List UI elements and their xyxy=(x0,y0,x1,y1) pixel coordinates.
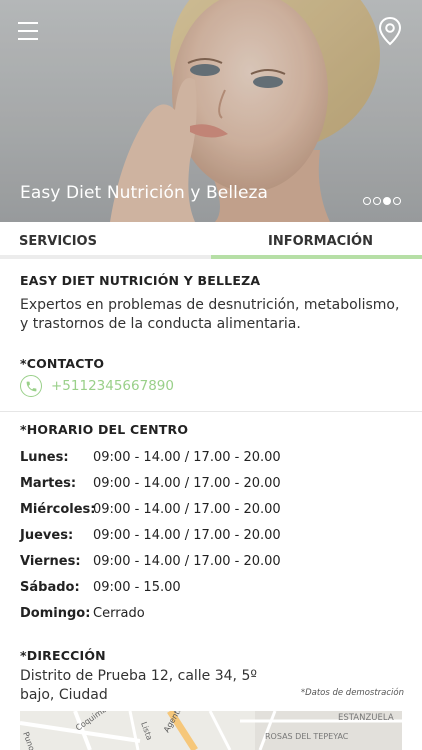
hours-row: Miércoles: 09:00 - 14.00 / 17.00 - 20.00 xyxy=(20,502,410,520)
tab-indicator xyxy=(0,255,211,259)
carousel-dots xyxy=(363,197,401,205)
contact-heading: *CONTACTO xyxy=(20,356,105,371)
address-text: Distrito de Prueba 12, calle 34, 5º bajo… xyxy=(20,668,257,703)
phone-icon[interactable] xyxy=(20,375,42,397)
carousel-dot[interactable] xyxy=(363,197,371,205)
day-label: Lunes: xyxy=(20,450,69,465)
hours-row: Viernes: 09:00 - 14.00 / 17.00 - 20.00 xyxy=(20,554,410,572)
divider xyxy=(0,411,422,412)
day-hours: 09:00 - 14.00 / 17.00 - 20.00 xyxy=(93,502,281,517)
day-label: Jueves: xyxy=(20,528,74,543)
day-hours: 09:00 - 14.00 / 17.00 - 20.00 xyxy=(93,554,281,569)
carousel-dot-active[interactable] xyxy=(383,197,391,205)
tab-bar: SERVICIOS INFORMACIÓN xyxy=(0,222,422,259)
day-label: Viernes: xyxy=(20,554,81,569)
day-hours: 09:00 - 15.00 xyxy=(93,580,181,595)
tab-indicator-active xyxy=(211,255,422,259)
day-hours: 09:00 - 14.00 / 17.00 - 20.00 xyxy=(93,450,281,465)
business-name: EASY DIET NUTRICIÓN Y BELLEZA xyxy=(20,273,261,288)
map-label: ESTANZUELA xyxy=(338,713,394,723)
carousel-dot[interactable] xyxy=(373,197,381,205)
hero-title: Easy Diet Nutrición y Belleza xyxy=(20,183,269,203)
phone-row[interactable]: +5112345667890 xyxy=(20,374,220,398)
hours-row: Sábado: 09:00 - 15.00 xyxy=(20,580,410,598)
hours-heading: *HORARIO DEL CENTRO xyxy=(20,422,189,437)
location-map[interactable]: Puno Coquimbo Lista Agentes Nu ESTANZUEL… xyxy=(20,711,402,750)
map-tiles: Puno Coquimbo Lista Agentes Nu ESTANZUEL… xyxy=(20,711,402,750)
day-label: Martes: xyxy=(20,476,77,491)
business-section: EASY DIET NUTRICIÓN Y BELLEZA Expertos e… xyxy=(20,273,410,334)
hero-banner[interactable]: Easy Diet Nutrición y Belleza xyxy=(0,0,422,222)
day-hours: Cerrado xyxy=(93,606,145,621)
hours-row: Jueves: 09:00 - 14.00 / 17.00 - 20.00 xyxy=(20,528,410,546)
location-pin-icon[interactable] xyxy=(376,16,404,46)
hours-row: Lunes: 09:00 - 14.00 / 17.00 - 20.00 xyxy=(20,450,410,468)
day-label: Domingo: xyxy=(20,606,91,621)
hours-section: *HORARIO DEL CENTRO Lunes: 09:00 - 14.00… xyxy=(20,422,410,621)
phone-number-link[interactable]: +5112345667890 xyxy=(51,378,174,394)
tab-label: INFORMACIÓN xyxy=(268,234,373,249)
day-label: Miércoles: xyxy=(20,502,96,517)
business-description: Expertos en problemas de desnutrición, m… xyxy=(20,297,400,332)
hours-row: Domingo: Cerrado xyxy=(20,606,410,624)
address-heading: *DIRECCIÓN xyxy=(20,648,106,663)
day-hours: 09:00 - 14.00 / 17.00 - 20.00 xyxy=(93,476,281,491)
demo-data-note: *Datos de demostración xyxy=(300,688,404,698)
hamburger-icon[interactable] xyxy=(18,22,38,40)
contact-section: *CONTACTO +5112345667890 xyxy=(20,356,174,397)
tab-label: SERVICIOS xyxy=(19,234,97,249)
carousel-dot[interactable] xyxy=(393,197,401,205)
day-hours: 09:00 - 14.00 / 17.00 - 20.00 xyxy=(93,528,281,543)
day-label: Sábado: xyxy=(20,580,80,595)
hours-row: Martes: 09:00 - 14.00 / 17.00 - 20.00 xyxy=(20,476,410,494)
tab-informacion[interactable]: INFORMACIÓN xyxy=(211,222,422,259)
tab-servicios[interactable]: SERVICIOS xyxy=(0,222,211,259)
map-label: ROSAS DEL TEPEYAC xyxy=(265,732,349,741)
